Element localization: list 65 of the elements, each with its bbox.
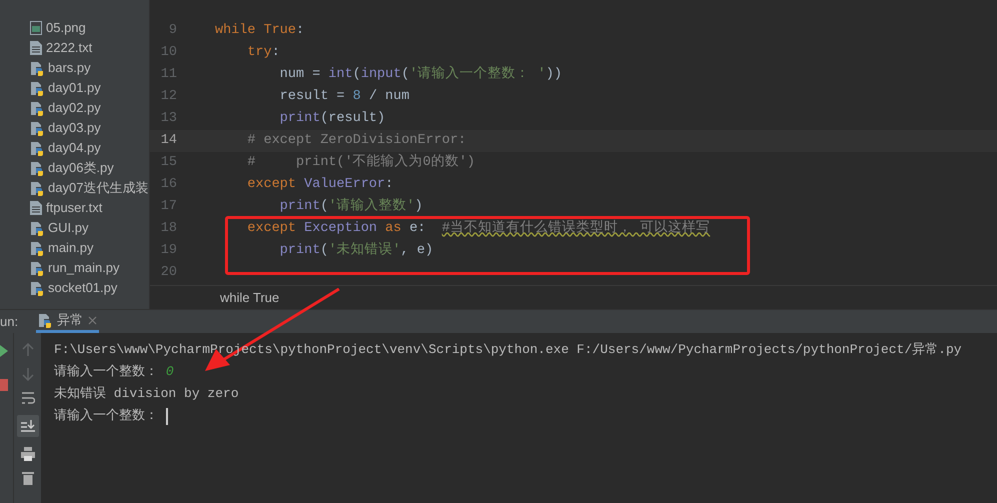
python-file-icon [30, 100, 44, 116]
python-file-icon [30, 180, 44, 196]
code-line: try: [246, 44, 280, 62]
breadcrumb[interactable]: while True [220, 288, 280, 308]
text-file-icon [30, 201, 42, 215]
file-tree-item[interactable]: GUI.py [0, 218, 149, 238]
soft-wrap-icon[interactable] [20, 391, 34, 405]
line-number: 19 [160, 242, 178, 260]
rerun-icon[interactable] [0, 345, 10, 357]
console-line: 请输入一个整数： [54, 363, 159, 382]
trash-icon[interactable] [22, 471, 34, 485]
line-number: 14 [160, 132, 178, 150]
line-number: 17 [160, 198, 178, 216]
line-number: 10 [160, 44, 178, 62]
image-file-icon [30, 21, 42, 35]
file-tree-item[interactable]: day04.py [0, 138, 149, 158]
file-tree-item[interactable]: 2222.txt [0, 38, 149, 58]
file-tree-item[interactable]: day03.py [0, 118, 149, 138]
python-file-icon [30, 60, 44, 76]
line-number: 16 [160, 176, 178, 194]
run-tab[interactable]: 异常 [36, 310, 99, 333]
python-file-icon [30, 240, 44, 256]
file-tree-item[interactable]: bars.py [0, 58, 149, 78]
file-tree-item[interactable]: ftpuser.txt [0, 198, 149, 218]
console-line: 未知错误 division by zero [54, 385, 239, 404]
python-file-icon [30, 80, 44, 96]
code-line: print('请输入整数') [278, 196, 423, 216]
python-file-icon [30, 120, 44, 136]
line-number: 18 [160, 220, 178, 238]
run-label: un: [0, 312, 20, 331]
close-icon[interactable] [88, 316, 97, 324]
file-tree-item[interactable]: main.py [0, 238, 149, 258]
python-file-icon [38, 312, 52, 328]
code-line: except Exception as e: #当不知道有什么错误类型时， 可以这样写 [246, 218, 710, 238]
line-number: 12 [160, 88, 178, 106]
file-tree-item[interactable]: day06类.py [0, 158, 149, 178]
python-file-icon [30, 280, 44, 296]
code-line: print(result) [278, 110, 386, 128]
file-tree-item[interactable]: day07迭代生成装 [0, 178, 149, 198]
file-tree-item[interactable]: day02.py [0, 98, 149, 118]
line-number: 13 [160, 110, 178, 128]
file-tree-item[interactable]: day01.py [0, 78, 149, 98]
file-tree-item[interactable]: run_main.py [0, 258, 149, 278]
code-line: num = int(input('请输入一个整数： ')) [278, 64, 562, 84]
scroll-to-end-icon[interactable] [16, 415, 38, 437]
python-file-icon [30, 260, 44, 276]
file-tree-item[interactable]: socket01.py [0, 278, 149, 298]
code-line: # except ZeroDivisionError: [246, 132, 466, 150]
print-icon[interactable] [20, 447, 34, 461]
text-file-icon [30, 41, 42, 55]
line-number: 11 [160, 66, 178, 84]
python-file-icon [30, 220, 44, 236]
line-number: 9 [168, 22, 178, 40]
code-line: result = 8 / num [278, 88, 410, 106]
python-file-icon [30, 160, 44, 176]
file-tree-item[interactable]: 05.png [0, 18, 149, 38]
python-file-icon [30, 140, 44, 156]
code-line: except ValueError: [246, 176, 394, 194]
code-line: while True: [215, 22, 304, 40]
line-number: 20 [160, 264, 178, 282]
line-number: 15 [160, 154, 178, 172]
code-line: print('未知错误', e) [278, 240, 434, 260]
console-line: 请输入一个整数： [54, 407, 159, 426]
code-line: # print('不能输入为0的数') [246, 152, 476, 172]
typed-input-text: 0 [166, 363, 174, 382]
